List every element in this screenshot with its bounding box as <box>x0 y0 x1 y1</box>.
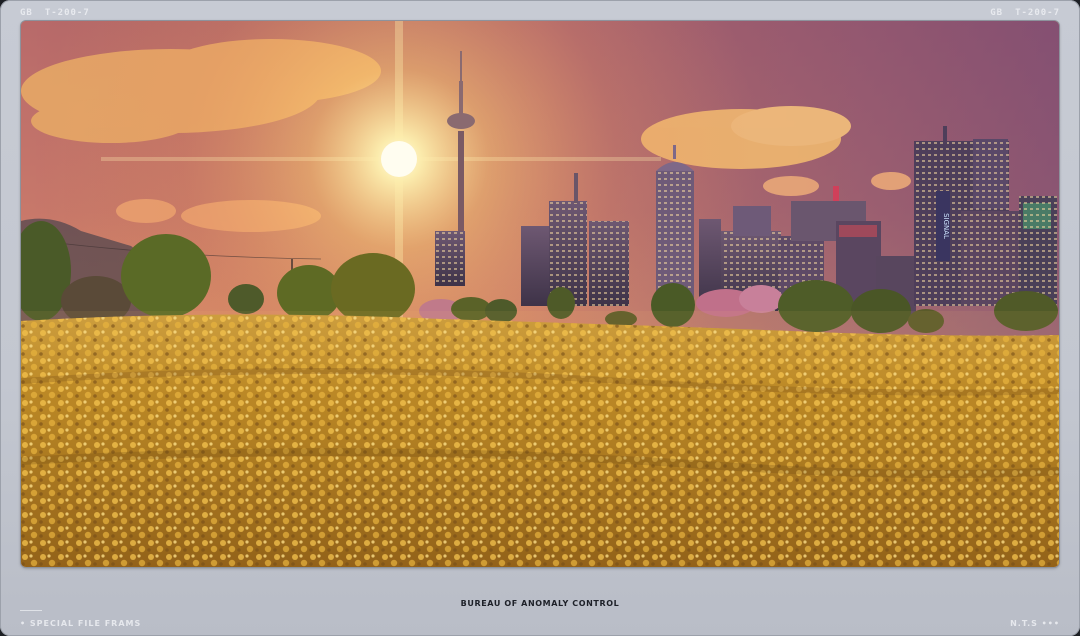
footer-right-label: N.T.S ••• <box>1010 619 1060 628</box>
header-right-label: GB T-200-7 <box>990 8 1060 18</box>
flower-field <box>21 311 1059 567</box>
scene-viewport: SIGNAL <box>21 21 1059 567</box>
header-left-prefix: GB <box>20 8 33 18</box>
billboard-text: SIGNAL <box>942 213 950 239</box>
city-sunset-scene: SIGNAL <box>21 21 1059 567</box>
footer-title: BUREAU OF ANOMALY CONTROL <box>460 599 620 608</box>
screen-frame: GB T-200-7 GB T-200-7 SIGNAL BUREAU OF A… <box>0 0 1080 636</box>
header-right-code: T-200-7 <box>1015 8 1060 18</box>
header-left-label: GB T-200-7 <box>20 8 90 18</box>
footer-rule <box>20 610 42 611</box>
header-left-code: T-200-7 <box>44 8 90 18</box>
footer-left-label: • SPECIAL FILE FRAMS <box>20 619 142 628</box>
sun <box>381 141 417 177</box>
header-right-prefix: GB <box>990 8 1004 18</box>
